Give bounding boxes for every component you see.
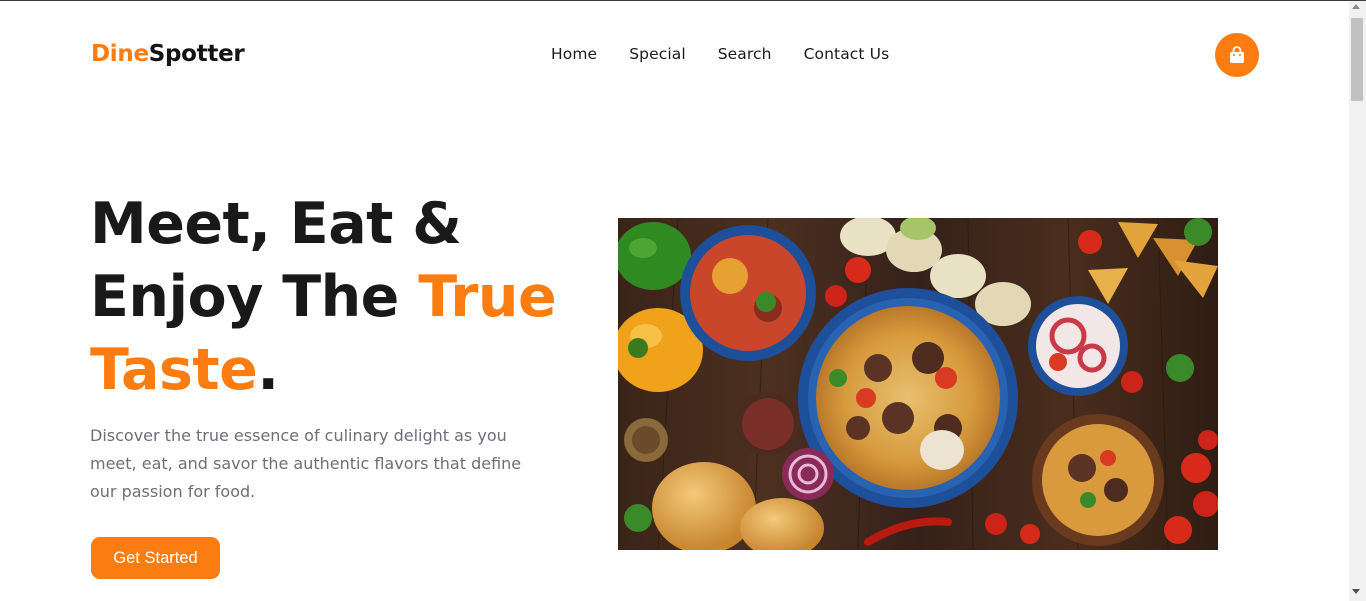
logo-part-spotter: Spotter — [148, 41, 245, 67]
nav-link-search[interactable]: Search — [718, 45, 772, 63]
logo-part-dine: Dine — [91, 41, 149, 67]
hero-title: Meet, Eat & Enjoy The True Taste. — [90, 188, 570, 407]
cart-button[interactable] — [1215, 33, 1259, 77]
hero-title-period: . — [257, 337, 279, 403]
hero-description: Discover the true essence of culinary de… — [90, 426, 522, 501]
nav-link-contact[interactable]: Contact Us — [804, 45, 890, 63]
hero-title-highlight-true: True — [418, 264, 557, 330]
hero-title-line2: Enjoy The — [90, 264, 419, 330]
food-illustration — [618, 218, 1218, 550]
get-started-button[interactable]: Get Started — [91, 537, 220, 579]
scroll-up-arrow-icon[interactable] — [1352, 4, 1360, 9]
shopping-bag-icon — [1230, 46, 1244, 63]
brand-logo[interactable]: DineSpotter — [91, 41, 245, 67]
page: DineSpotter Home Special Search Contact … — [0, 1, 1349, 601]
hero-food-image — [618, 218, 1218, 550]
main-nav: Home Special Search Contact Us — [551, 45, 921, 63]
nav-link-home[interactable]: Home — [551, 45, 597, 63]
scroll-down-arrow-icon[interactable] — [1352, 589, 1360, 594]
scrollbar-thumb[interactable] — [1351, 18, 1363, 101]
hero-title-line1: Meet, Eat & — [90, 191, 462, 257]
hero-title-highlight-taste: Taste — [90, 337, 258, 403]
nav-link-special[interactable]: Special — [629, 45, 686, 63]
